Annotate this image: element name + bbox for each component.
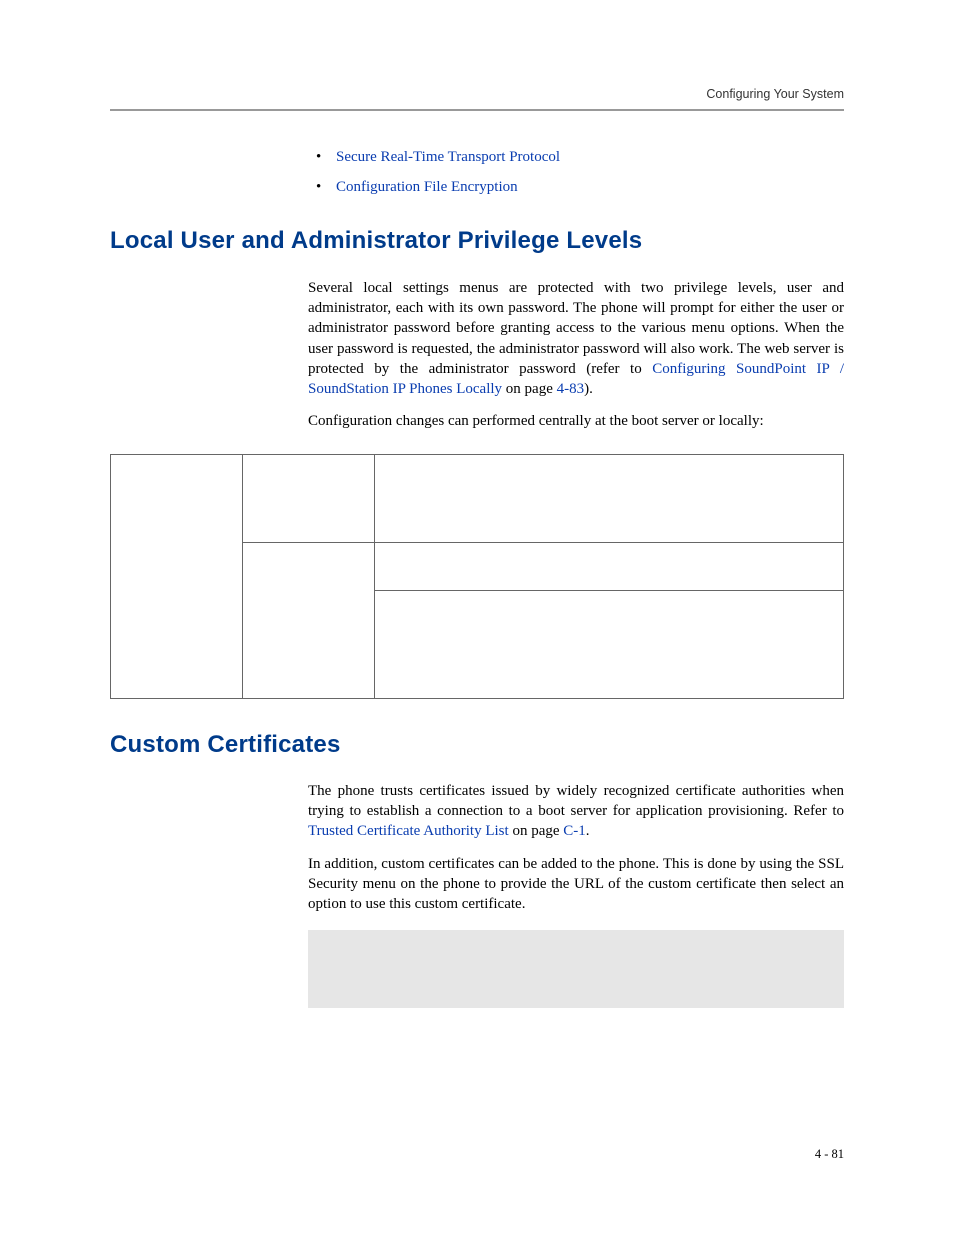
paragraph: The phone trusts certificates issued by … xyxy=(308,781,844,842)
paragraph: Configuration changes can performed cent… xyxy=(308,411,844,431)
paragraph: Several local settings menus are protect… xyxy=(308,278,844,400)
list-item: Configuration File Encryption xyxy=(316,177,844,197)
header-divider xyxy=(110,109,844,111)
body-block: The phone trusts certificates issued by … xyxy=(308,781,844,915)
note-box xyxy=(308,930,844,1008)
text-run: on page xyxy=(509,823,564,839)
table-cell xyxy=(243,542,375,698)
table-cell xyxy=(375,454,844,542)
table-cell xyxy=(375,542,844,590)
page-ref-c-1[interactable]: C-1 xyxy=(563,823,586,839)
text-run: The phone trusts certificates issued by … xyxy=(308,783,844,819)
table-row xyxy=(111,454,844,542)
link-bullet-list: Secure Real-Time Transport Protocol Conf… xyxy=(316,147,844,198)
table-cell xyxy=(243,454,375,542)
paragraph: In addition, custom certificates can be … xyxy=(308,854,844,915)
table-cell xyxy=(375,590,844,698)
text-run: . xyxy=(586,823,590,839)
text-run: on page xyxy=(502,381,557,397)
page-number: 4 - 81 xyxy=(815,1146,844,1163)
link-srtp[interactable]: Secure Real-Time Transport Protocol xyxy=(336,149,560,165)
running-header: Configuring Your System xyxy=(110,86,844,103)
text-run: ). xyxy=(584,381,593,397)
section-heading-custom-certificates: Custom Certificates xyxy=(110,729,844,761)
link-trusted-ca-list[interactable]: Trusted Certificate Authority List xyxy=(308,823,509,839)
table-cell xyxy=(111,454,243,698)
link-config-file-encryption[interactable]: Configuration File Encryption xyxy=(336,179,518,195)
document-page: Configuring Your System Secure Real-Time… xyxy=(0,0,954,1235)
page-ref-4-83[interactable]: 4-83 xyxy=(557,381,585,397)
body-block: Several local settings menus are protect… xyxy=(308,278,844,432)
section-heading-privilege-levels: Local User and Administrator Privilege L… xyxy=(110,225,844,257)
list-item: Secure Real-Time Transport Protocol xyxy=(316,147,844,167)
config-table xyxy=(110,454,844,699)
